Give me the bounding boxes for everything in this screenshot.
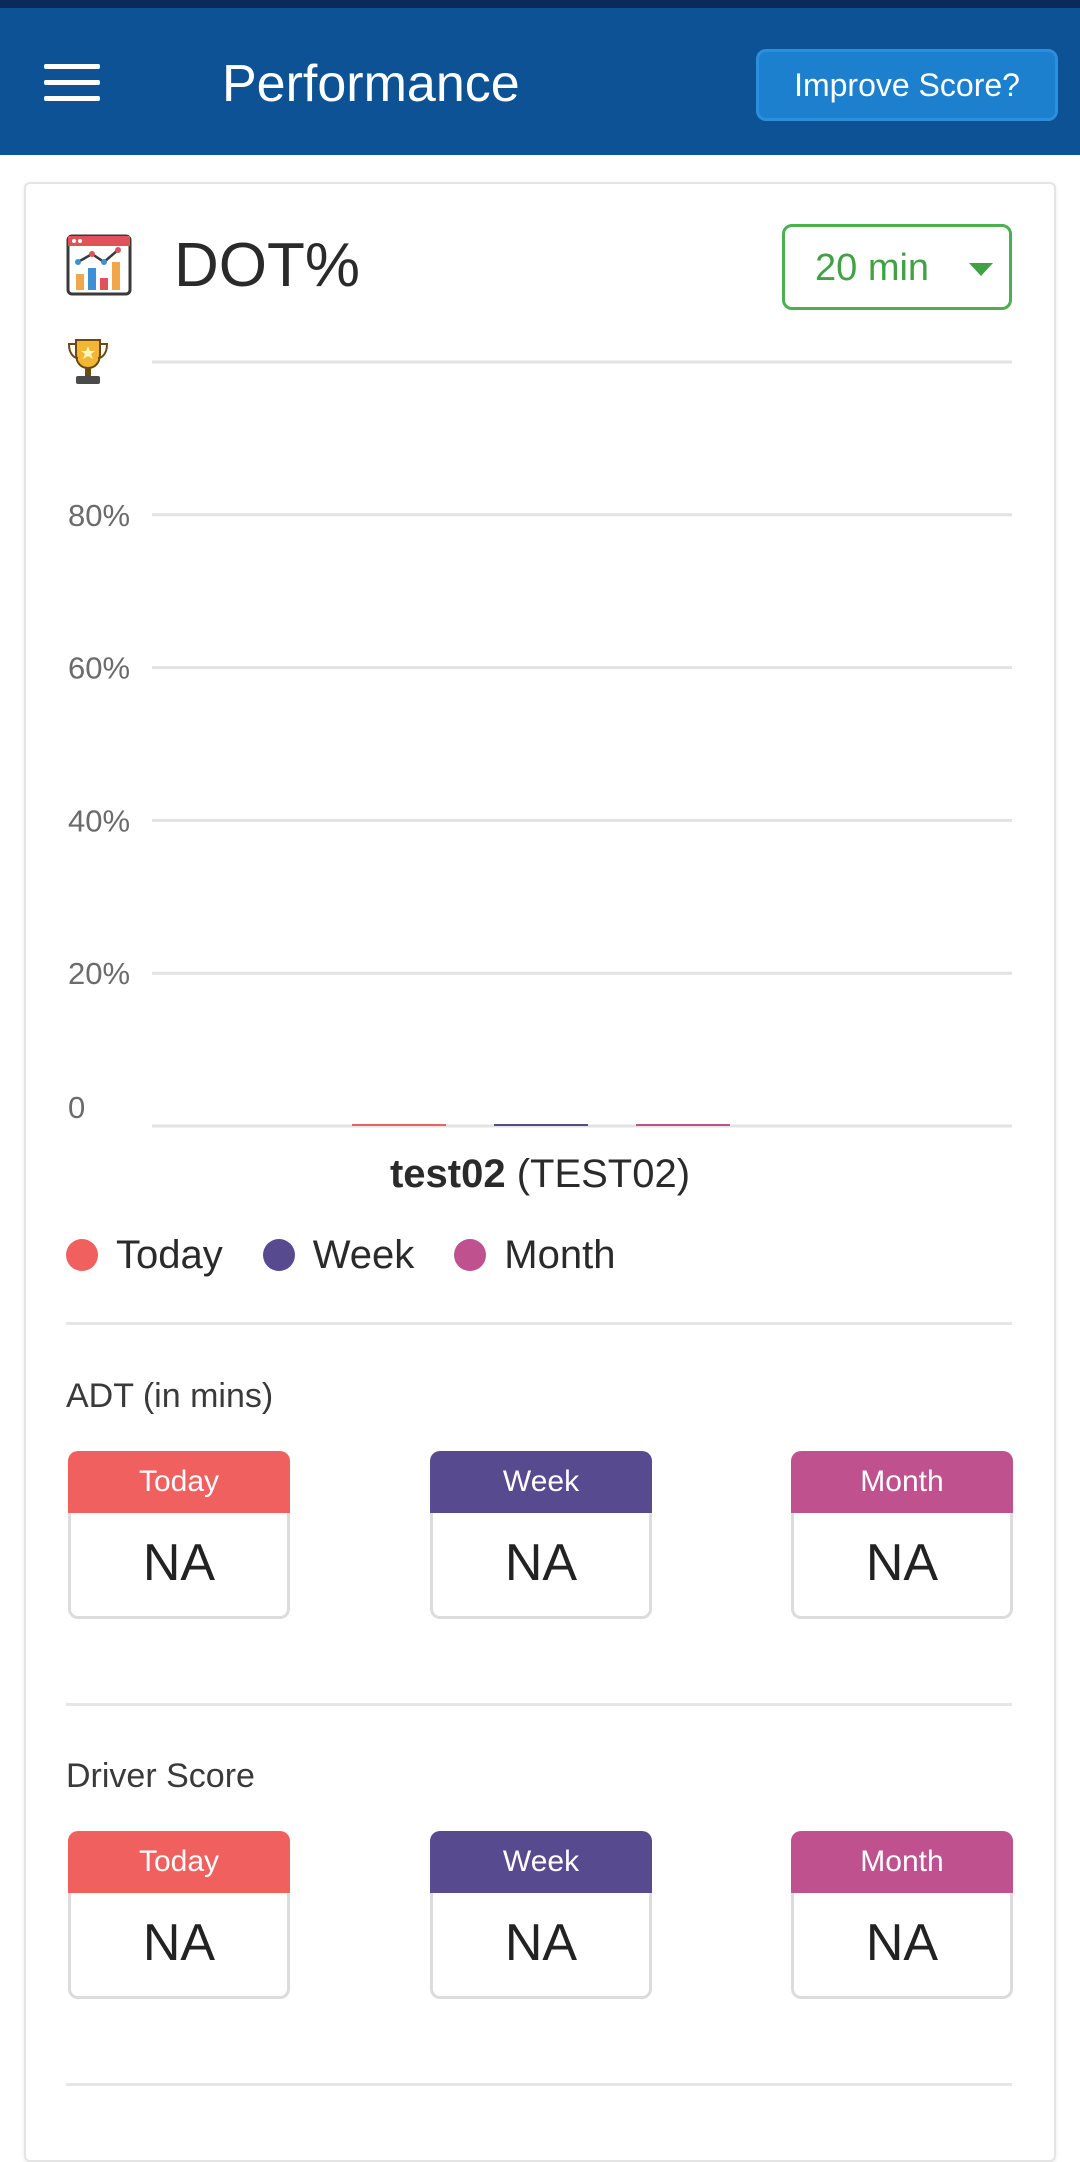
legend-dot-month	[454, 1239, 487, 1271]
stat-value: NA	[430, 1893, 652, 1999]
y-tick-label: 80%	[68, 498, 130, 533]
legend-item-week[interactable]: Week	[262, 1232, 415, 1278]
y-tick-label: 60%	[68, 651, 130, 686]
adt-week-card: Week NA	[430, 1451, 652, 1619]
stat-value: NA	[791, 1893, 1013, 1999]
app-bar: Performance Improve Score?	[0, 8, 1080, 155]
legend-label: Week	[312, 1232, 415, 1277]
legend-dot-week	[262, 1239, 295, 1271]
adt-label: ADT (in mins)	[66, 1377, 274, 1415]
legend-dot-today	[66, 1239, 98, 1271]
stat-value: NA	[791, 1513, 1013, 1619]
time-range-select[interactable]: 20 min	[782, 224, 1012, 310]
improve-score-button[interactable]: Improve Score?	[756, 49, 1058, 121]
driver-week-card: Week NA	[430, 1831, 652, 1999]
chart-icon	[66, 234, 132, 296]
legend-item-today[interactable]: Today	[66, 1233, 223, 1278]
stat-header: Week	[430, 1831, 652, 1893]
stat-header: Month	[791, 1451, 1013, 1513]
legend-label: Month	[504, 1232, 616, 1277]
menu-icon[interactable]	[44, 64, 100, 108]
y-tick-label: 0	[68, 1090, 85, 1125]
dot-chart: 0 20% 40% 60% 80%	[68, 360, 1012, 1128]
driver-score-label: Driver Score	[66, 1757, 255, 1795]
divider	[66, 1322, 1012, 1325]
page-title: Performance	[222, 55, 520, 113]
status-strip	[0, 0, 1080, 8]
driver-month-card: Month NA	[791, 1831, 1013, 1999]
x-label-rest: (TEST02)	[516, 1152, 691, 1196]
bar-month[interactable]	[636, 1124, 730, 1126]
bar-today[interactable]	[352, 1124, 446, 1126]
time-range-value: 20 min	[815, 247, 930, 289]
legend-item-month[interactable]: Month	[454, 1233, 615, 1278]
y-tick-label: 40%	[68, 803, 130, 838]
chart-legend: Today Week Month	[66, 1230, 655, 1280]
driver-today-card: Today NA	[68, 1831, 290, 1999]
stat-value: NA	[430, 1513, 652, 1619]
stat-value: NA	[68, 1893, 290, 1999]
stat-header: Today	[68, 1451, 290, 1513]
legend-label: Today	[116, 1232, 223, 1277]
adt-today-card: Today NA	[68, 1451, 290, 1619]
chart-x-label: test02 (TEST02)	[0, 1152, 1080, 1197]
x-label-bold: test02	[389, 1152, 506, 1196]
bar-week[interactable]	[494, 1124, 588, 1126]
stat-header: Week	[430, 1451, 652, 1513]
stat-header: Today	[68, 1831, 290, 1893]
adt-month-card: Month NA	[791, 1451, 1013, 1619]
dot-title: DOT%	[174, 231, 360, 300]
stat-value: NA	[68, 1513, 290, 1619]
y-tick-label: 20%	[68, 956, 130, 991]
stat-header: Month	[791, 1831, 1013, 1893]
divider	[66, 2083, 1012, 2086]
divider	[66, 1703, 1012, 1706]
chevron-down-icon	[969, 263, 993, 276]
